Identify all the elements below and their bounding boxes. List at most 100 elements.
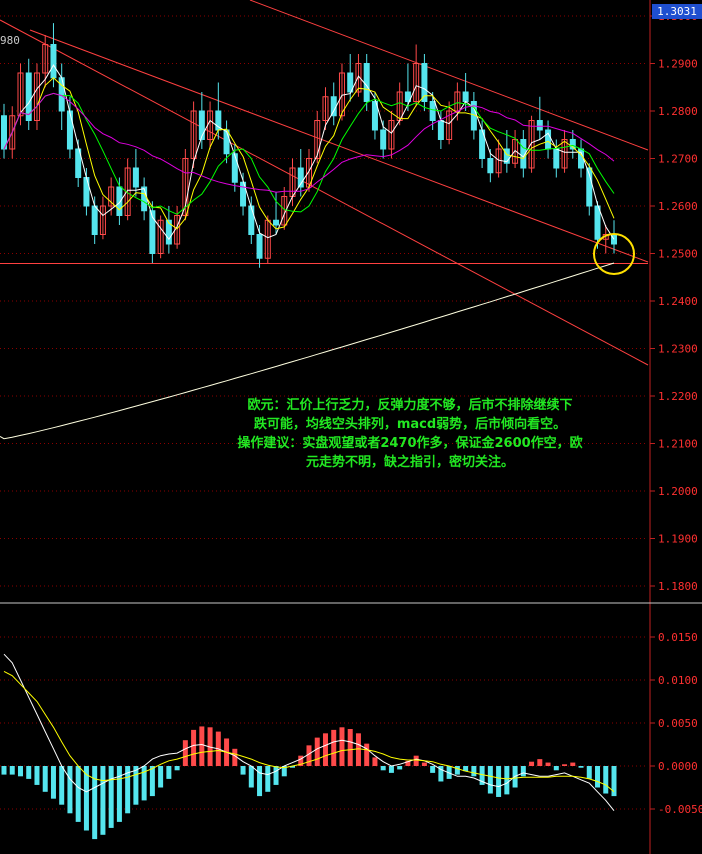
price-grid	[0, 15, 648, 587]
annotation-line-4: 元走势不明，缺之指引，密切关注。	[305, 455, 514, 470]
price-tick-label: 1.2600	[658, 200, 698, 213]
candle-body	[58, 77, 65, 112]
channel-lower-line	[0, 19, 649, 366]
macd-tick-label: 0.0050	[658, 717, 698, 730]
macd-bar	[240, 766, 246, 775]
price-tick-label: 1.1900	[658, 533, 698, 546]
candle-body	[1, 115, 7, 150]
top-left-value: 980	[0, 34, 20, 47]
macd-bar	[273, 766, 279, 785]
macd-grid	[0, 636, 648, 810]
macd-bar	[413, 755, 419, 766]
macd-bar	[174, 766, 180, 771]
macd-bar	[1, 766, 7, 775]
macd-bar	[92, 766, 98, 840]
macd-bar	[454, 766, 460, 775]
macd-bar	[372, 757, 378, 766]
macd-lines	[3, 653, 615, 812]
macd-bar	[388, 766, 394, 773]
candle-body	[141, 186, 148, 212]
price-tick-label: 1.2900	[658, 58, 698, 71]
price-tick-label: 1.2800	[658, 105, 698, 118]
macd-bar	[545, 762, 551, 766]
price-tick-label: 1.2300	[658, 343, 698, 356]
candle-body	[223, 129, 230, 155]
candle-body	[462, 91, 469, 102]
macd-bar	[331, 729, 337, 766]
macd-tick-label: 0.0000	[658, 760, 698, 773]
macd-dif-line	[3, 653, 615, 812]
macd-bar	[487, 766, 493, 794]
macd-bar	[504, 766, 510, 795]
macd-bar	[42, 766, 48, 792]
candle-body	[50, 44, 57, 79]
macd-bar	[603, 766, 609, 794]
macd-bar	[9, 766, 15, 775]
macd-bar	[586, 766, 592, 779]
annotation-line-2: 跌可能，均线空头排列，macd弱势，后市倾向看空。	[253, 417, 567, 432]
candle-body	[132, 167, 139, 188]
macd-bar	[191, 729, 197, 766]
macd-bar	[158, 766, 164, 788]
macd-bar	[496, 766, 502, 797]
moving-averages	[0, 64, 615, 440]
annotation-line-3: 操作建议：实盘观望或者2470作多，保证金2600作空，欧	[237, 436, 583, 451]
current-price-tag: 1.3031	[652, 4, 702, 19]
macd-bar	[397, 766, 403, 770]
macd-bar	[182, 740, 188, 766]
macd-bar	[355, 733, 361, 766]
candle-body	[330, 96, 337, 117]
macd-bar	[67, 766, 73, 814]
macd-bar	[553, 766, 559, 771]
macd-bar	[166, 766, 172, 779]
candle-body	[437, 120, 444, 140]
candle-body	[256, 234, 263, 259]
price-tick-label: 1.2700	[658, 153, 698, 166]
macd-bar	[265, 766, 271, 792]
macd-bar	[108, 766, 114, 828]
candlesticks	[1, 23, 617, 268]
candle-body	[429, 101, 436, 121]
price-tick-label: 1.2200	[658, 390, 698, 403]
candle-body	[116, 186, 123, 216]
candle-body	[363, 63, 370, 102]
candle-body	[248, 205, 255, 235]
macd-bar	[380, 766, 386, 771]
macd-bar	[34, 766, 40, 785]
macd-bar	[529, 761, 535, 766]
macd-bar	[59, 766, 65, 805]
macd-bar	[430, 766, 436, 773]
macd-bar	[133, 766, 139, 805]
price-tick-label: 1.2400	[658, 295, 698, 308]
macd-bar	[520, 766, 526, 777]
candle-body	[231, 153, 238, 183]
macd-bar	[537, 759, 543, 766]
price-tick-label: 1.2500	[658, 248, 698, 261]
macd-bar	[75, 766, 81, 822]
price-tick-label: 1.2000	[658, 485, 698, 498]
candle-body	[91, 205, 98, 235]
macd-bar	[257, 766, 263, 797]
macd-bar	[570, 762, 576, 766]
candle-body	[594, 205, 601, 240]
macd-bar	[248, 766, 254, 788]
macd-bar	[471, 766, 477, 777]
candle-body	[66, 110, 73, 150]
macd-bar	[306, 745, 312, 766]
macd-bar	[100, 766, 106, 835]
candle-body	[536, 120, 543, 131]
candle-body	[273, 219, 280, 226]
macd-bar	[364, 743, 370, 766]
macd-histogram	[1, 726, 617, 840]
macd-bar	[421, 762, 427, 766]
macd-bar	[116, 766, 122, 822]
macd-tick-label: 0.0150	[658, 631, 698, 644]
macd-bar	[562, 764, 568, 766]
macd-bar	[339, 727, 345, 766]
candle-body	[380, 129, 387, 150]
macd-bar	[17, 766, 23, 777]
macd-bar	[347, 729, 353, 766]
candle-body	[487, 158, 494, 174]
annotation-line-1: 欧元：汇价上行乏力，反弹力度不够，后市不排除继续下	[247, 398, 573, 413]
macd-tick-label: 0.0100	[658, 674, 698, 687]
